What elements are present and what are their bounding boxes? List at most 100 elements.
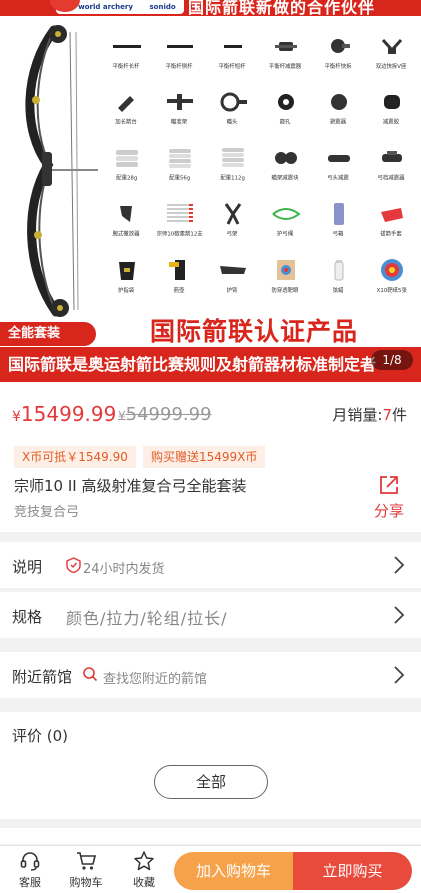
short-rod-icon (223, 45, 242, 48)
product-subtitle: 竞技复合弓 (14, 505, 80, 520)
accessory-label: 防穿透靶眼 (271, 287, 299, 294)
accessory-item: 窥孔 (259, 86, 312, 142)
accessory-item: 弓档减震器 (365, 142, 418, 198)
coin-reward-badge[interactable]: 购买赠送15499X币 (143, 446, 266, 468)
original-price-value: 54999.99 (125, 404, 212, 425)
bow-stand-icon (224, 203, 241, 225)
accessory-label: 配重112g (220, 175, 245, 182)
world-archery-logo-text: world archery (78, 3, 133, 11)
accessory-item: X10靶纸5张 (365, 254, 418, 310)
arm-guard-icon (219, 266, 246, 274)
currency-symbol: ¥ (12, 409, 21, 425)
favorite-button[interactable]: 收藏 (116, 850, 172, 890)
product-image-carousel[interactable]: world archery sonido 国际箭联新做的合作伙伴 平衡杆长杆 平… (0, 0, 421, 382)
accessory-item: 平衡杆减震器 (259, 30, 312, 86)
nearby-range-hint: 查找您附近的箭馆 (103, 672, 208, 687)
content-strip (0, 828, 421, 844)
accessory-label: 双边快拆V座 (376, 63, 407, 70)
accessory-item: 配重112g (206, 142, 259, 198)
weight-icon (115, 150, 138, 167)
accessory-label: 宗师10碳素箭12支 (156, 231, 203, 238)
target-face-icon (380, 259, 403, 281)
finger-pouch-icon (118, 262, 135, 280)
weight-icon (221, 148, 244, 167)
accessory-label: 瞄架减震块 (271, 175, 299, 182)
current-price: ¥15499.99 (12, 402, 116, 426)
star-icon (134, 851, 154, 871)
search-icon (83, 667, 98, 682)
accessory-label: 弓架 (227, 231, 238, 238)
spec-row[interactable]: 规格 颜色/拉力/轮组/拉长/ (0, 592, 421, 638)
accessory-item: 双边快拆V座 (365, 30, 418, 86)
accessory-label: 拔箭手套 (380, 231, 403, 238)
coin-deduction-badge[interactable]: X币可抵￥1549.90 (14, 446, 136, 468)
cart-button[interactable]: 购物车 (58, 850, 114, 890)
accessory-label: 弓档减震器 (377, 175, 405, 182)
accessory-label: 配重56g (168, 175, 191, 182)
product-info-card: ¥15499.99 ¥54999.99 月销量:7件 X币可抵￥1549.90 … (0, 382, 421, 532)
long-rod-icon (112, 45, 141, 48)
customer-service-button[interactable]: 客服 (2, 850, 58, 890)
bow-sling-icon (271, 208, 301, 220)
share-icon (380, 476, 398, 494)
accessory-label: 瞄头 (227, 119, 238, 126)
peep-icon (277, 94, 294, 110)
accessory-label: 平衡杆长杆 (112, 63, 140, 70)
accessory-item: 瞄准架 (153, 86, 206, 142)
accessory-label: 窥孔 (280, 119, 291, 126)
accessory-item: 宗师10碳素箭12支 (153, 198, 206, 254)
cart-icon (77, 852, 97, 870)
accessory-label: 平衡杆短杆 (218, 63, 246, 70)
accessory-label: 避震器 (330, 119, 347, 126)
accessory-item: 瞄架减震块 (259, 142, 312, 198)
accessory-label: 减震胶 (383, 119, 400, 126)
accessory-label: 平衡杆侧杆 (165, 63, 193, 70)
string-wax-icon (334, 260, 343, 281)
buy-now-button[interactable]: 立即购买 (293, 852, 412, 890)
headset-icon (20, 852, 40, 871)
accessory-item: 平衡杆短杆 (206, 30, 259, 86)
accessory-row: 加长箭台 瞄准架 瞄头 窥孔 避震器 减震胶 (100, 86, 418, 142)
target-block-icon (276, 260, 295, 280)
spec-options: 颜色/拉力/轮组/拉长/ (66, 609, 228, 628)
accessory-item: 防穿透靶眼 (259, 254, 312, 310)
certification-text: 国际箭联认证产品 (150, 317, 359, 346)
sales-count: 7 (382, 406, 392, 424)
accessory-label: 瞄准架 (171, 119, 188, 126)
accessories-grid: 平衡杆长杆 平衡杆侧杆 平衡杆短杆 平衡杆减震器 平衡杆快拆 双边快拆V座 加长… (100, 30, 418, 310)
accessory-label: 加长箭台 (115, 119, 138, 126)
accessory-label: X10靶纸5张 (376, 287, 407, 294)
accessory-item: 平衡杆长杆 (100, 30, 153, 86)
arrows-icon (166, 204, 193, 222)
bundle-tag: 全能套装 (0, 322, 96, 346)
nearby-range-row[interactable]: 附近箭馆 查找您附近的箭馆 (0, 652, 421, 698)
nearby-range-label: 附近箭馆 (12, 668, 73, 686)
accessory-label: 腕式撒放器 (112, 231, 140, 238)
chevron-right-icon (394, 556, 405, 574)
bow-case-icon (333, 203, 344, 225)
v-bar-icon (381, 38, 402, 54)
accessory-item: 配重56g (153, 142, 206, 198)
accessory-label: 护臂 (227, 287, 238, 294)
shock-absorber-icon (330, 94, 347, 110)
original-price: ¥54999.99 (118, 404, 212, 425)
accessory-row: 腕式撒放器 宗师10碳素箭12支 弓架 护弓绳 弓箱 拔箭手套 (100, 198, 418, 254)
reviews-section: 评价 (0) 全部 (0, 712, 421, 819)
accessory-item: 减震胶 (365, 86, 418, 142)
arrow-rest-icon (117, 96, 134, 112)
release-aid-icon (119, 206, 132, 222)
add-to-cart-button[interactable]: 加入购物车 (174, 852, 293, 890)
view-all-reviews-button[interactable]: 全部 (154, 765, 268, 799)
accessory-item: 平衡杆侧杆 (153, 30, 206, 86)
accessory-item: 护弓绳 (259, 198, 312, 254)
sight-icon (166, 94, 193, 110)
spec-label: 规格 (12, 608, 43, 626)
share-label: 分享 (373, 502, 404, 520)
bottom-action-bar: 客服 购物车 收藏 加入购物车 立即购买 (0, 845, 421, 893)
description-row[interactable]: 说明 24小时内发货 (0, 542, 421, 588)
customer-service-label: 客服 (19, 876, 41, 889)
currency-symbol: ¥ (118, 409, 126, 423)
reviews-title: 评价 (0) (12, 727, 69, 745)
hero-bottom-banner: 国际箭联是奥运射箭比赛规则及射箭器材标准制定者 (0, 347, 421, 382)
share-button[interactable]: 分享 (371, 474, 407, 521)
